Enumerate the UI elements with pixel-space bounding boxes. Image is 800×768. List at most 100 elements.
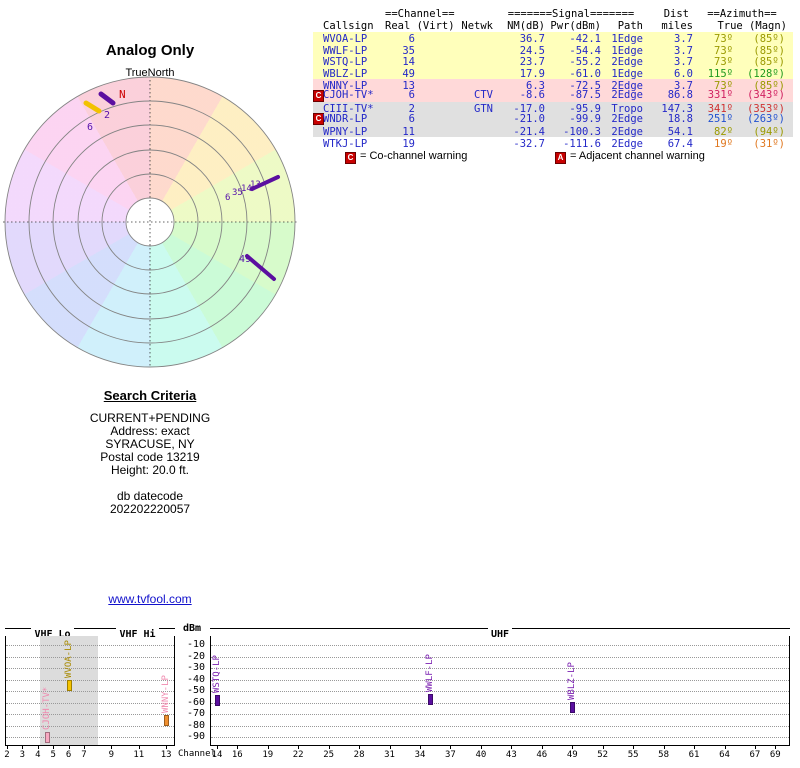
noise-margin-db: -21.0 <box>513 112 545 125</box>
distance-miles: 18.8 <box>667 112 693 125</box>
col-header-real-virt: Real (Virt) <box>385 19 455 32</box>
co-channel-badge: C <box>345 152 356 164</box>
channel-tick <box>328 746 330 749</box>
channel-tick <box>541 746 543 749</box>
channel-tick <box>267 746 269 749</box>
gridline <box>211 737 789 738</box>
channel-tick <box>237 746 239 749</box>
site-link-wrap: www.tvfool.com <box>0 590 300 608</box>
polar-plot-section: Analog Only TrueNorth N 2 6 6 35 14 13 4… <box>0 0 300 386</box>
channel-tick <box>420 746 421 749</box>
channel-tick-label: 46 <box>536 750 548 760</box>
station-callsign-label: CJOH-TV* <box>41 686 52 731</box>
col-header-netwk: Netwk <box>461 19 493 32</box>
warning-legend: C = Co-channel warning A = Adjacent channe… <box>313 150 793 164</box>
search-criteria-lines: CURRENT+PENDING Address: exact SYRACUSE,… <box>0 412 300 516</box>
azimuth-true: 82º <box>714 125 733 138</box>
signal-path: 1Edge <box>611 67 643 80</box>
channel-tick <box>389 746 391 749</box>
table-row: WSTQ-LP 14 23.7 -55.2 2Edge 3.7 73º (85º… <box>313 55 793 68</box>
marker-label-ch2: 2 <box>104 110 110 121</box>
channel-tick-label: 28 <box>353 750 365 760</box>
channel-real: 6 <box>408 89 415 102</box>
gridline <box>6 702 174 704</box>
azimuth-polar-plot: N 2 6 6 35 14 13 49 <box>3 76 297 368</box>
channel-tick-label: 7 <box>81 750 87 760</box>
channel-tick-label: 4 <box>35 750 41 760</box>
gridline <box>6 725 174 727</box>
callsign: WBLZ-LP <box>323 67 368 80</box>
channel-tick-label: 69 <box>769 750 781 760</box>
channel-tick-label: 34 <box>414 750 426 760</box>
signal-table: ==Channel== =======Signal======= Dist ==… <box>313 8 793 150</box>
noise-margin-db: -21.4 <box>513 125 545 138</box>
azimuth-magnetic: (343º) <box>747 89 785 102</box>
callsign: WTKJ-LP <box>323 137 368 150</box>
tvfool-link[interactable]: www.tvfool.com <box>108 592 191 606</box>
channel-tick-label: 6 <box>65 750 72 760</box>
channel-tick-label: 14 <box>211 750 223 760</box>
channel-tick-label: 25 <box>323 750 335 760</box>
power-dbm: -111.6 <box>563 137 601 150</box>
channel-tick-label: 3 <box>19 750 26 760</box>
gridline <box>211 656 789 658</box>
table-row: C CJOH-TV* 6 CTV -8.6 -87.5 2Edge 86.8 3… <box>313 89 793 103</box>
gridline <box>6 679 174 681</box>
group-header-channel: ==Channel== <box>385 8 455 20</box>
azimuth-magnetic: (263º) <box>747 112 785 125</box>
channel-tick <box>53 746 55 749</box>
tvfool-report-page: { "polar": { "title": "Analog Only", "no… <box>0 0 800 768</box>
gridline <box>211 679 789 681</box>
channel-tick <box>633 746 635 749</box>
channel-tick <box>754 746 756 749</box>
cluster-label-ch6: 6 <box>225 193 230 203</box>
station-callsign-label: WNNY-LP <box>161 674 172 713</box>
table-row: WWLF-LP 35 24.5 -54.4 1Edge 3.7 73º (85º… <box>313 43 793 56</box>
col-header-miles: miles <box>661 19 693 32</box>
gridline <box>6 714 174 715</box>
station-vector-southeast <box>245 254 276 281</box>
azimuth-magnetic: (128º) <box>747 67 785 80</box>
table-group-header-row: ==Channel== =======Signal======= Dist ==… <box>313 8 793 21</box>
dbm-tick-label: -30 <box>186 662 205 673</box>
noise-margin-db: -8.6 <box>519 89 545 102</box>
gridline <box>6 656 174 658</box>
channel-tick-label: 16 <box>231 750 243 760</box>
channel-tick-label: 64 <box>719 750 730 760</box>
channel-real: 49 <box>402 67 415 80</box>
channel-tick <box>694 746 696 749</box>
table-row: CIII-TV* 2 GTN -17.0 -95.9 Tropo 147.3 3… <box>313 101 793 114</box>
channel-tick <box>7 746 8 749</box>
table-row: C WNDR-LP 6 -21.0 -99.9 2Edge 18.8 251º … <box>313 112 793 126</box>
criteria-line: Height: 20.0 ft. <box>110 463 190 477</box>
signal-path: 2Edge <box>611 112 643 125</box>
channel-tick-label: 31 <box>384 750 395 760</box>
power-dbm: -61.0 <box>569 67 601 80</box>
station-bar-WNNY-LP <box>164 714 170 726</box>
criteria-line: 202202220057 <box>109 502 191 516</box>
search-criteria: Search Criteria CURRENT+PENDING Address:… <box>0 388 300 516</box>
gridline <box>6 737 174 738</box>
table-row: WBLZ-LP 49 17.9 -61.0 1Edge 6.0 115º (12… <box>313 66 793 80</box>
station-bar-WVOA-LP <box>66 679 72 691</box>
signal-spectrum-chart: VHF Lo VHF Hi dBm UHF Channel -10 -20 -30-… <box>0 622 800 768</box>
col-header-callsign: Callsign <box>323 19 374 32</box>
channel-tick <box>111 746 113 749</box>
gridline <box>211 702 789 704</box>
channel-tick-label: 37 <box>445 750 456 760</box>
dbm-tick-label: -10 <box>186 639 205 650</box>
channel-tick-label: 2 <box>4 750 10 760</box>
adjacent-channel-badge: A <box>555 152 566 164</box>
channel-tick-label: 19 <box>262 750 274 760</box>
azimuth-magnetic: (31º) <box>753 137 785 150</box>
power-dbm: -87.5 <box>569 89 601 102</box>
channel-real: 11 <box>402 125 415 138</box>
gridline <box>211 725 789 727</box>
table-column-header-row: Callsign Real (Virt) Netwk NM(dB) Pwr(dB… <box>313 19 793 33</box>
gridline <box>211 668 789 669</box>
network: CTV <box>474 89 493 102</box>
col-header-pwr: Pwr(dBm) <box>550 19 601 32</box>
channel-tick-label: 61 <box>688 750 700 760</box>
channel-tick <box>450 746 452 749</box>
channel-tick <box>572 746 574 749</box>
